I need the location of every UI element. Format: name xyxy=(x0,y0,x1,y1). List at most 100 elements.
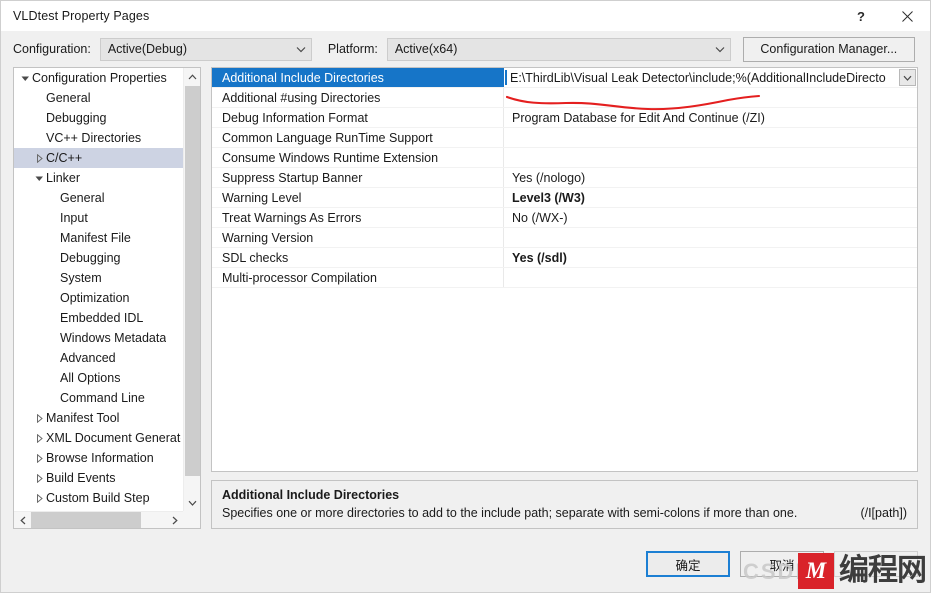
apply-button[interactable] xyxy=(834,551,918,577)
tree-vertical-scrollbar[interactable] xyxy=(183,68,200,511)
tree-item-system[interactable]: System xyxy=(14,268,183,288)
property-name: Common Language RunTime Support xyxy=(212,128,504,147)
tree-item-input[interactable]: Input xyxy=(14,208,183,228)
tree-item-manifest-tool[interactable]: Manifest Tool xyxy=(14,408,183,428)
configuration-manager-button[interactable]: Configuration Manager... xyxy=(742,36,915,62)
tree-item-label: General xyxy=(46,91,91,105)
tree-item-vc-directories[interactable]: VC++ Directories xyxy=(14,128,183,148)
tree-vertical-scroll-thumb[interactable] xyxy=(185,86,200,476)
tree-item-c-c[interactable]: C/C++ xyxy=(14,148,183,168)
tree-item-label: General xyxy=(60,191,105,205)
property-value-cell[interactable]: Yes (/sdl) xyxy=(504,248,917,267)
scroll-right-button[interactable] xyxy=(166,512,183,528)
property-value-cell[interactable] xyxy=(504,268,917,287)
platform-dropdown[interactable]: Active(x64) xyxy=(386,37,731,61)
property-value-cell[interactable]: E:\ThirdLib\Visual Leak Detector\include… xyxy=(504,68,917,87)
property-row[interactable]: Consume Windows Runtime Extension xyxy=(212,148,917,168)
property-value-cell[interactable] xyxy=(504,88,917,107)
tree-item-linker[interactable]: Linker xyxy=(14,168,183,188)
triangle-right-icon[interactable] xyxy=(32,413,46,423)
tree-item-general[interactable]: General xyxy=(14,188,183,208)
property-value-cell[interactable]: Level3 (/W3) xyxy=(504,188,917,207)
property-name: SDL checks xyxy=(212,248,504,267)
tree-item-manifest-file[interactable]: Manifest File xyxy=(14,228,183,248)
tree-item-embedded-idl[interactable]: Embedded IDL xyxy=(14,308,183,328)
tree-item-xml-document-generator[interactable]: XML Document Generator xyxy=(14,428,183,448)
tree-item-label: XML Document Generator xyxy=(46,431,181,445)
tree-horizontal-scroll-thumb[interactable] xyxy=(31,512,141,528)
tree-item-general[interactable]: General xyxy=(14,88,183,108)
tree-item-build-events[interactable]: Build Events xyxy=(14,468,183,488)
property-value-cell[interactable]: Program Database for Edit And Continue (… xyxy=(504,108,917,127)
triangle-right-icon[interactable] xyxy=(32,433,46,443)
tree-item-debugging[interactable]: Debugging xyxy=(14,248,183,268)
triangle-down-icon[interactable] xyxy=(32,174,46,183)
triangle-right-icon[interactable] xyxy=(32,493,46,503)
property-value-cell[interactable]: No (/WX-) xyxy=(504,208,917,227)
scrollbar-corner xyxy=(183,511,200,528)
tree-item-label: Linker xyxy=(46,171,81,185)
tree-item-label: Build Events xyxy=(46,471,116,485)
close-button[interactable] xyxy=(884,1,930,31)
property-value-cell[interactable] xyxy=(504,228,917,247)
dialog-footer: 确定 取消 xyxy=(1,544,930,592)
right-column: Additional Include Directories E:\ThirdLi… xyxy=(211,67,918,529)
property-row[interactable]: Debug Information Format Program Database… xyxy=(212,108,917,128)
property-tree[interactable]: Configuration Properties General Debugging… xyxy=(14,68,183,511)
tree-item-label: Input xyxy=(60,211,88,225)
triangle-right-icon[interactable] xyxy=(32,453,46,463)
chevron-up-icon xyxy=(188,73,196,79)
tree-item-optimization[interactable]: Optimization xyxy=(14,288,183,308)
triangle-right-icon[interactable] xyxy=(32,473,46,483)
property-row[interactable]: Multi-processor Compilation xyxy=(212,268,917,288)
help-button[interactable]: ? xyxy=(838,1,884,31)
tree-horizontal-scrollbar[interactable] xyxy=(14,511,183,528)
property-row[interactable]: Additional #using Directories xyxy=(212,88,917,108)
chevron-down-icon xyxy=(291,39,311,60)
window-title: VLDtest Property Pages xyxy=(13,9,150,23)
scroll-left-button[interactable] xyxy=(14,512,31,528)
property-row[interactable]: Additional Include Directories E:\ThirdLi… xyxy=(212,68,917,88)
property-value-editor[interactable]: E:\ThirdLib\Visual Leak Detector\include… xyxy=(504,68,917,87)
tree-horizontal-scroll-track[interactable] xyxy=(31,512,166,528)
question-mark-icon: ? xyxy=(857,8,865,24)
configuration-bar: Configuration: Active(Debug) Platform: A… xyxy=(1,31,930,67)
property-grid[interactable]: Additional Include Directories E:\ThirdLi… xyxy=(211,67,918,472)
tree-item-label: Manifest File xyxy=(60,231,131,245)
property-row[interactable]: Treat Warnings As Errors No (/WX-) xyxy=(212,208,917,228)
tree-item-custom-build-step[interactable]: Custom Build Step xyxy=(14,488,183,508)
ok-button[interactable]: 确定 xyxy=(646,551,730,577)
tree-item-label: Windows Metadata xyxy=(60,331,167,345)
tree-item-label: All Options xyxy=(60,371,121,385)
triangle-down-icon[interactable] xyxy=(18,74,32,83)
scroll-up-button[interactable] xyxy=(184,68,200,85)
configuration-dropdown[interactable]: Active(Debug) xyxy=(99,37,312,61)
window-controls: ? xyxy=(838,1,930,31)
property-value-cell[interactable] xyxy=(504,128,917,147)
property-row[interactable]: Common Language RunTime Support xyxy=(212,128,917,148)
property-value-cell[interactable] xyxy=(504,148,917,167)
property-row[interactable]: Warning Version xyxy=(212,228,917,248)
description-line: Specifies one or more directories to add… xyxy=(222,506,907,520)
tree-item-browse-information[interactable]: Browse Information xyxy=(14,448,183,468)
tree-item-configuration-properties[interactable]: Configuration Properties xyxy=(14,68,183,88)
cancel-button[interactable]: 取消 xyxy=(740,551,824,577)
triangle-right-icon[interactable] xyxy=(32,153,46,163)
tree-item-label: Manifest Tool xyxy=(46,411,120,425)
tree-item-label: C/C++ xyxy=(46,151,83,165)
property-value-dropdown-button[interactable] xyxy=(899,69,916,86)
property-name: Multi-processor Compilation xyxy=(212,268,504,287)
tree-item-advanced[interactable]: Advanced xyxy=(14,348,183,368)
chevron-left-icon xyxy=(19,516,25,524)
scroll-down-button[interactable] xyxy=(184,494,200,511)
property-row[interactable]: Warning Level Level3 (/W3) xyxy=(212,188,917,208)
tree-item-all-options[interactable]: All Options xyxy=(14,368,183,388)
platform-value: Active(x64) xyxy=(394,42,458,56)
property-value-cell[interactable]: Yes (/nologo) xyxy=(504,168,917,187)
property-name: Consume Windows Runtime Extension xyxy=(212,148,504,167)
property-row[interactable]: SDL checks Yes (/sdl) xyxy=(212,248,917,268)
tree-item-windows-metadata[interactable]: Windows Metadata xyxy=(14,328,183,348)
tree-item-command-line[interactable]: Command Line xyxy=(14,388,183,408)
tree-item-debugging[interactable]: Debugging xyxy=(14,108,183,128)
property-row[interactable]: Suppress Startup Banner Yes (/nologo) xyxy=(212,168,917,188)
